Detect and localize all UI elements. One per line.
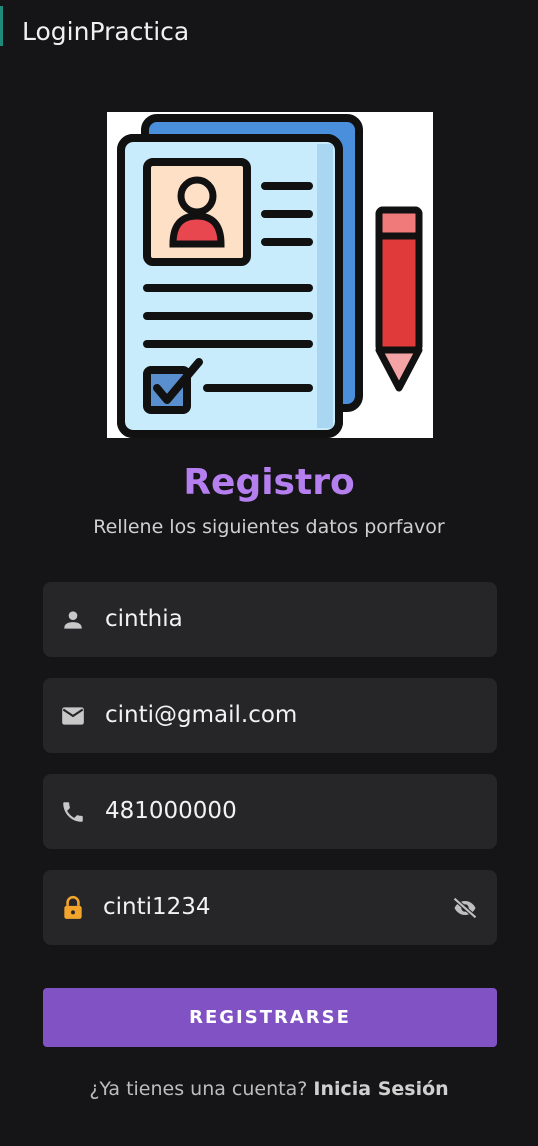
- visibility-off-icon[interactable]: [450, 894, 480, 922]
- password-input[interactable]: [103, 886, 433, 928]
- password-field[interactable]: [43, 870, 497, 945]
- phone-icon: [63, 802, 83, 822]
- email-input[interactable]: [105, 694, 435, 736]
- person-icon: [64, 611, 82, 629]
- document-pencil-icon: [117, 114, 423, 438]
- registration-illustration: [107, 112, 433, 438]
- mail-icon: [62, 707, 84, 725]
- appbar-accent-edge: [0, 6, 3, 46]
- phone-field[interactable]: [43, 774, 497, 849]
- register-button[interactable]: REGISTRARSE: [43, 988, 497, 1047]
- page-title: Registro: [183, 462, 355, 503]
- lock-icon: [64, 895, 82, 919]
- name-input[interactable]: [105, 598, 435, 640]
- login-prompt-text: ¿Ya tienes una cuenta?: [89, 1078, 314, 1100]
- app-bar: LoginPractica: [0, 0, 538, 66]
- app-title: LoginPractica: [22, 17, 190, 46]
- name-field[interactable]: [43, 582, 497, 657]
- page-subtitle: Rellene los siguientes datos porfavor: [93, 516, 445, 538]
- login-prompt: ¿Ya tienes una cuenta? Inicia Sesión: [0, 1078, 538, 1100]
- email-field[interactable]: [43, 678, 497, 753]
- login-link[interactable]: Inicia Sesión: [313, 1078, 448, 1100]
- phone-input[interactable]: [105, 790, 435, 832]
